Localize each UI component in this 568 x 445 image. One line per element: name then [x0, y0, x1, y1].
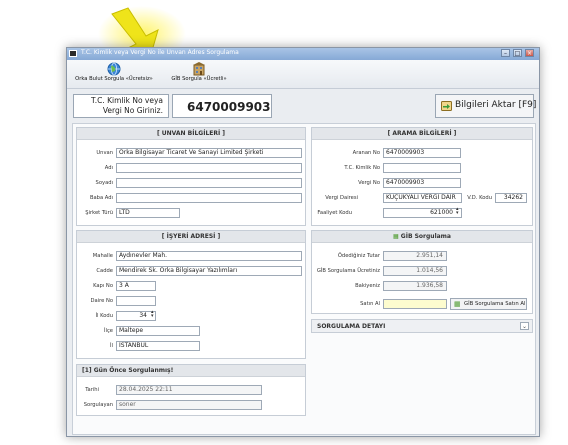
toolbar: Orka Bulut Sorgula «Ücretsiz» GİB Sorgul… [67, 60, 539, 89]
buy-amount-input[interactable] [383, 299, 447, 309]
door-no-field[interactable]: 3 A [116, 281, 156, 291]
balance-field: 1.936,58 [383, 281, 447, 291]
unvan-field[interactable]: Orka Bilgisayar Ticaret Ve Sanayi Limite… [116, 148, 302, 158]
title-bar: T.C. Kimlik veya Vergi No ile Unvan Adre… [67, 48, 539, 60]
building-icon [193, 62, 205, 76]
gib-heading-label: GİB Sorgulama [400, 233, 451, 240]
query-history-heading: [1] Gün Önce Sorgulanmış! [77, 365, 305, 377]
search-info-heading: [ ARAMA BİLGİLERİ ] [312, 128, 532, 140]
main-window: T.C. Kimlik veya Vergi No ile Unvan Adre… [66, 47, 540, 437]
orka-cloud-query-label: Orka Bulut Sorgula «Ücretsiz» [75, 76, 153, 82]
district-label: İlçe [103, 328, 113, 334]
paid-amount-label: Ödediğiniz Tutar [337, 253, 380, 259]
queried-by-field: soner [116, 400, 262, 410]
gib-fee-label: GİB Sorgulama Ücretiniz [316, 268, 380, 274]
company-type-field[interactable]: LTD [116, 208, 180, 218]
city-label: İl [110, 343, 113, 349]
minimize-button[interactable]: – [501, 49, 510, 57]
buy-gib-query-label: GİB Sorgulama Satın Al [464, 301, 526, 307]
baba-adi-label: Baba Adı [89, 195, 113, 201]
date-field: 28.04.2025 22:11 [116, 385, 262, 395]
title-info-panel: [ UNVAN BİLGİLERİ ] Unvan Orka Bilgisaya… [76, 127, 306, 226]
city-field[interactable]: İSTANBUL [116, 341, 200, 351]
tax-office-label: Vergi Dairesi [325, 195, 358, 201]
search-info-panel: [ ARAMA BİLGİLERİ ] Aranan No 6470009903… [311, 127, 533, 226]
queried-by-label: Sorgulayan [83, 402, 113, 408]
tax-no-field[interactable]: 6470009903 [383, 178, 461, 188]
transfer-icon [441, 101, 452, 111]
company-type-label: Şirket Türü [85, 210, 113, 216]
query-history-panel: [1] Gün Önce Sorgulanmış! Tarihi 28.04.2… [76, 364, 306, 416]
date-label: Tarihi [85, 387, 99, 393]
cadde-label: Cadde [96, 268, 113, 274]
activity-code-spinner[interactable]: ▴ ▾ [456, 207, 459, 216]
query-detail-header[interactable]: SORGULAMA DETAYI ⌄ [311, 319, 533, 333]
city-code-label: İl Kodu [95, 313, 113, 319]
content-area: [ UNVAN BİLGİLERİ ] Unvan Orka Bilgisaya… [72, 123, 536, 435]
mahalle-field[interactable]: Aydınevler Mah. [116, 251, 302, 261]
maximize-button[interactable]: □ [513, 49, 522, 57]
query-prompt: T.C. Kimlik No veya Vergi No Giriniz. [73, 94, 169, 118]
door-no-label: Kapı No [93, 283, 113, 289]
workplace-address-heading: [ İŞYERİ ADRESİ ] [77, 231, 305, 243]
chevron-down-icon[interactable]: ⌄ [520, 322, 529, 330]
workplace-address-panel: [ İŞYERİ ADRESİ ] Mahalle Aydınevler Mah… [76, 230, 306, 359]
adi-field[interactable] [116, 163, 302, 173]
globe-icon [107, 62, 121, 76]
cadde-field[interactable]: Mendirek Sk. Orka Bilgisayar Yazılımları [116, 266, 302, 276]
gib-query-panel: ▦ GİB Sorgulama Ödediğiniz Tutar 2.951,1… [311, 230, 533, 314]
balance-label: Bakiyeniz [355, 283, 380, 289]
flat-no-label: Daire No [90, 298, 113, 304]
query-detail-title: SORGULAMA DETAYI [317, 323, 386, 330]
title-info-heading: [ UNVAN BİLGİLERİ ] [77, 128, 305, 140]
unvan-label: Unvan [96, 150, 113, 156]
window-title: T.C. Kimlik veya Vergi No ile Unvan Adre… [81, 49, 239, 56]
gib-query-label: GİB Sorgula «Ücretli» [171, 76, 227, 82]
baba-adi-field[interactable] [116, 193, 302, 203]
tc-no-field[interactable] [383, 163, 461, 173]
city-code-spinner[interactable]: ▴ ▾ [151, 310, 154, 319]
app-icon [69, 50, 77, 57]
paid-amount-field: 2.951,14 [383, 251, 447, 261]
gib-heading-icon: ▦ [393, 233, 399, 240]
buy-gib-query-button[interactable]: ▦ GİB Sorgulama Satın Al [450, 298, 527, 310]
searched-no-field[interactable]: 6470009903 [383, 148, 461, 158]
gib-fee-field: 1.014,56 [383, 266, 447, 276]
flat-no-field[interactable] [116, 296, 156, 306]
orka-cloud-query-button[interactable]: Orka Bulut Sorgula «Ücretsiz» [70, 62, 158, 88]
close-button[interactable]: × [525, 49, 534, 57]
activity-code-field[interactable]: 621000 [383, 208, 462, 218]
tc-no-label: T.C. Kimlik No [344, 165, 380, 171]
activity-code-label: Faaliyet Kodu [317, 210, 352, 216]
adi-label: Adı [104, 165, 113, 171]
searched-no-label: Aranan No [352, 150, 380, 156]
city-code-value: 34 [139, 312, 147, 319]
activity-code-value: 621000 [430, 209, 453, 216]
tax-number-input[interactable]: 6470009903 [172, 94, 272, 118]
city-code-field[interactable]: 34 [116, 311, 156, 321]
tax-office-code-label: V.D. Kodu [467, 195, 492, 201]
tax-office-field[interactable]: KÜÇÜKYALI VERGİ DAİR [383, 193, 462, 203]
buy-label: Satın Al [360, 301, 380, 307]
tax-office-code-field[interactable]: 34262 [495, 193, 527, 203]
soyadi-label: Soyadı [95, 180, 113, 186]
buy-icon: ▦ [454, 300, 461, 308]
soyadi-field[interactable] [116, 178, 302, 188]
tax-no-label: Vergi No [358, 180, 380, 186]
transfer-info-label: Bilgileri Aktar [F9] [455, 100, 537, 110]
district-field[interactable]: Maltepe [116, 326, 200, 336]
transfer-info-button[interactable]: Bilgileri Aktar [F9] [435, 94, 537, 118]
gib-query-heading: ▦ GİB Sorgulama [312, 231, 532, 243]
query-bar: T.C. Kimlik No veya Vergi No Giriniz. 64… [67, 90, 539, 120]
mahalle-label: Mahalle [92, 253, 113, 259]
gib-query-button[interactable]: GİB Sorgula «Ücretli» [167, 62, 231, 88]
